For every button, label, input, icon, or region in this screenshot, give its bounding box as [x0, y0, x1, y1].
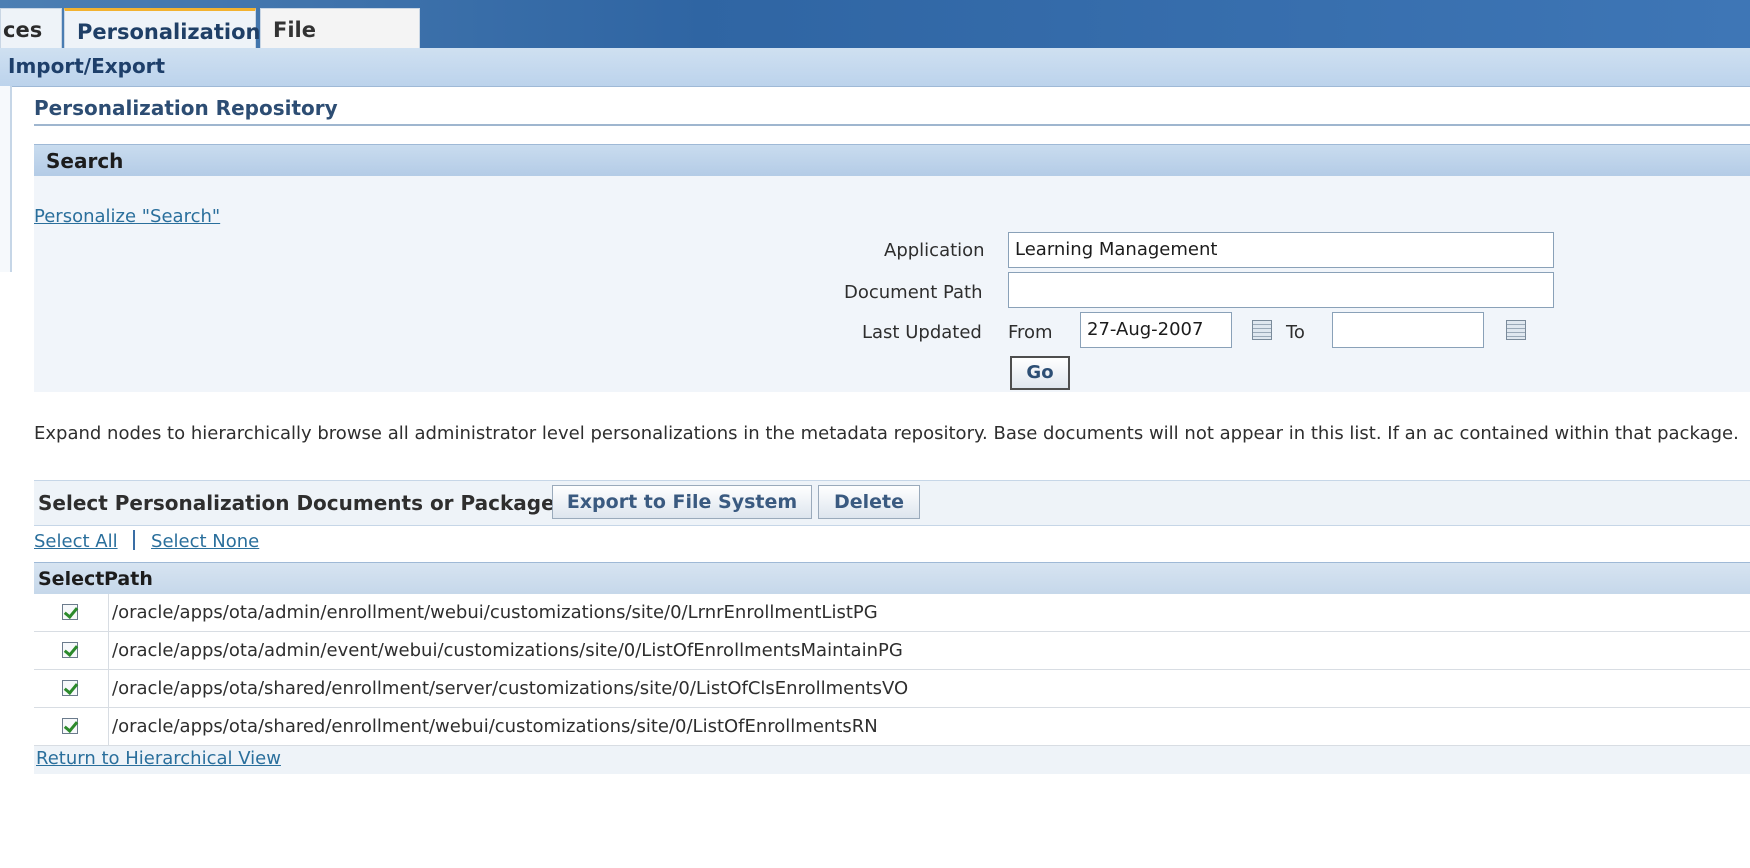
personalize-search-link[interactable]: Personalize "Search" [34, 206, 220, 227]
table-row: /oracle/apps/ota/admin/enrollment/webui/… [34, 594, 1750, 632]
document-path-label: Document Path [844, 282, 983, 303]
selection-toolbar: Select Personalization Documents or Pack… [34, 480, 1750, 526]
column-select: Select [38, 568, 105, 590]
row-path: /oracle/apps/ota/shared/enrollment/serve… [112, 678, 909, 699]
from-date-input[interactable]: 27-Aug-2007 [1080, 312, 1232, 348]
last-updated-label: Last Updated [862, 322, 982, 343]
title-divider [34, 124, 1750, 126]
row-path: /oracle/apps/ota/admin/event/webui/custo… [112, 640, 903, 661]
table-row: /oracle/apps/ota/shared/enrollment/serve… [34, 670, 1750, 708]
table-row: /oracle/apps/ota/admin/event/webui/custo… [34, 632, 1750, 670]
column-divider [108, 670, 109, 708]
select-none-link[interactable]: Select None [151, 531, 259, 552]
row-path: /oracle/apps/ota/shared/enrollment/webui… [112, 716, 878, 737]
column-divider [108, 708, 109, 746]
table-footer: Return to Hierarchical View [34, 746, 1750, 774]
column-divider [108, 594, 109, 632]
tab-personalization[interactable]: Personalization [64, 8, 260, 48]
select-all-link[interactable]: Select All [34, 531, 118, 552]
link-separator [133, 530, 136, 550]
application-input[interactable]: Learning Management [1008, 232, 1554, 268]
page-title: Personalization Repository [34, 96, 338, 120]
table-row: /oracle/apps/ota/shared/enrollment/webui… [34, 708, 1750, 746]
search-header: Search [34, 144, 1750, 177]
subnav-import-export[interactable]: Import/Export [8, 54, 165, 78]
delete-button[interactable]: Delete [818, 485, 920, 519]
selection-links: Select All Select None [34, 530, 259, 552]
tab-services[interactable]: ces [0, 8, 62, 48]
row-path: /oracle/apps/ota/admin/enrollment/webui/… [112, 602, 878, 623]
subnav-bar: Import/Export [0, 48, 1750, 87]
search-header-label: Search [46, 149, 124, 173]
row-checkbox[interactable] [62, 604, 78, 620]
document-path-input[interactable] [1008, 272, 1554, 308]
to-calendar-icon[interactable] [1506, 320, 1526, 340]
column-divider [108, 632, 109, 670]
tab-bar: ces Personalization File Manager [0, 0, 1750, 84]
row-checkbox[interactable] [62, 642, 78, 658]
row-checkbox[interactable] [62, 680, 78, 696]
instructions-text: Expand nodes to hierarchically browse al… [34, 423, 1739, 444]
table-header: Select Path [34, 562, 1750, 595]
return-to-hierarchical-view-link[interactable]: Return to Hierarchical View [36, 748, 281, 769]
column-path: Path [104, 568, 153, 590]
selection-label: Select Personalization Documents or Pack… [38, 491, 563, 515]
export-to-file-system-button[interactable]: Export to File System [552, 485, 812, 519]
to-label: To [1286, 322, 1305, 343]
side-frame-edge [0, 86, 12, 272]
from-calendar-icon[interactable] [1252, 320, 1272, 340]
application-label: Application [884, 240, 985, 261]
from-label: From [1008, 322, 1053, 343]
to-date-input[interactable] [1332, 312, 1484, 348]
row-checkbox[interactable] [62, 718, 78, 734]
go-button[interactable]: Go [1010, 356, 1070, 390]
tab-file-manager[interactable]: File Manager [260, 8, 420, 84]
